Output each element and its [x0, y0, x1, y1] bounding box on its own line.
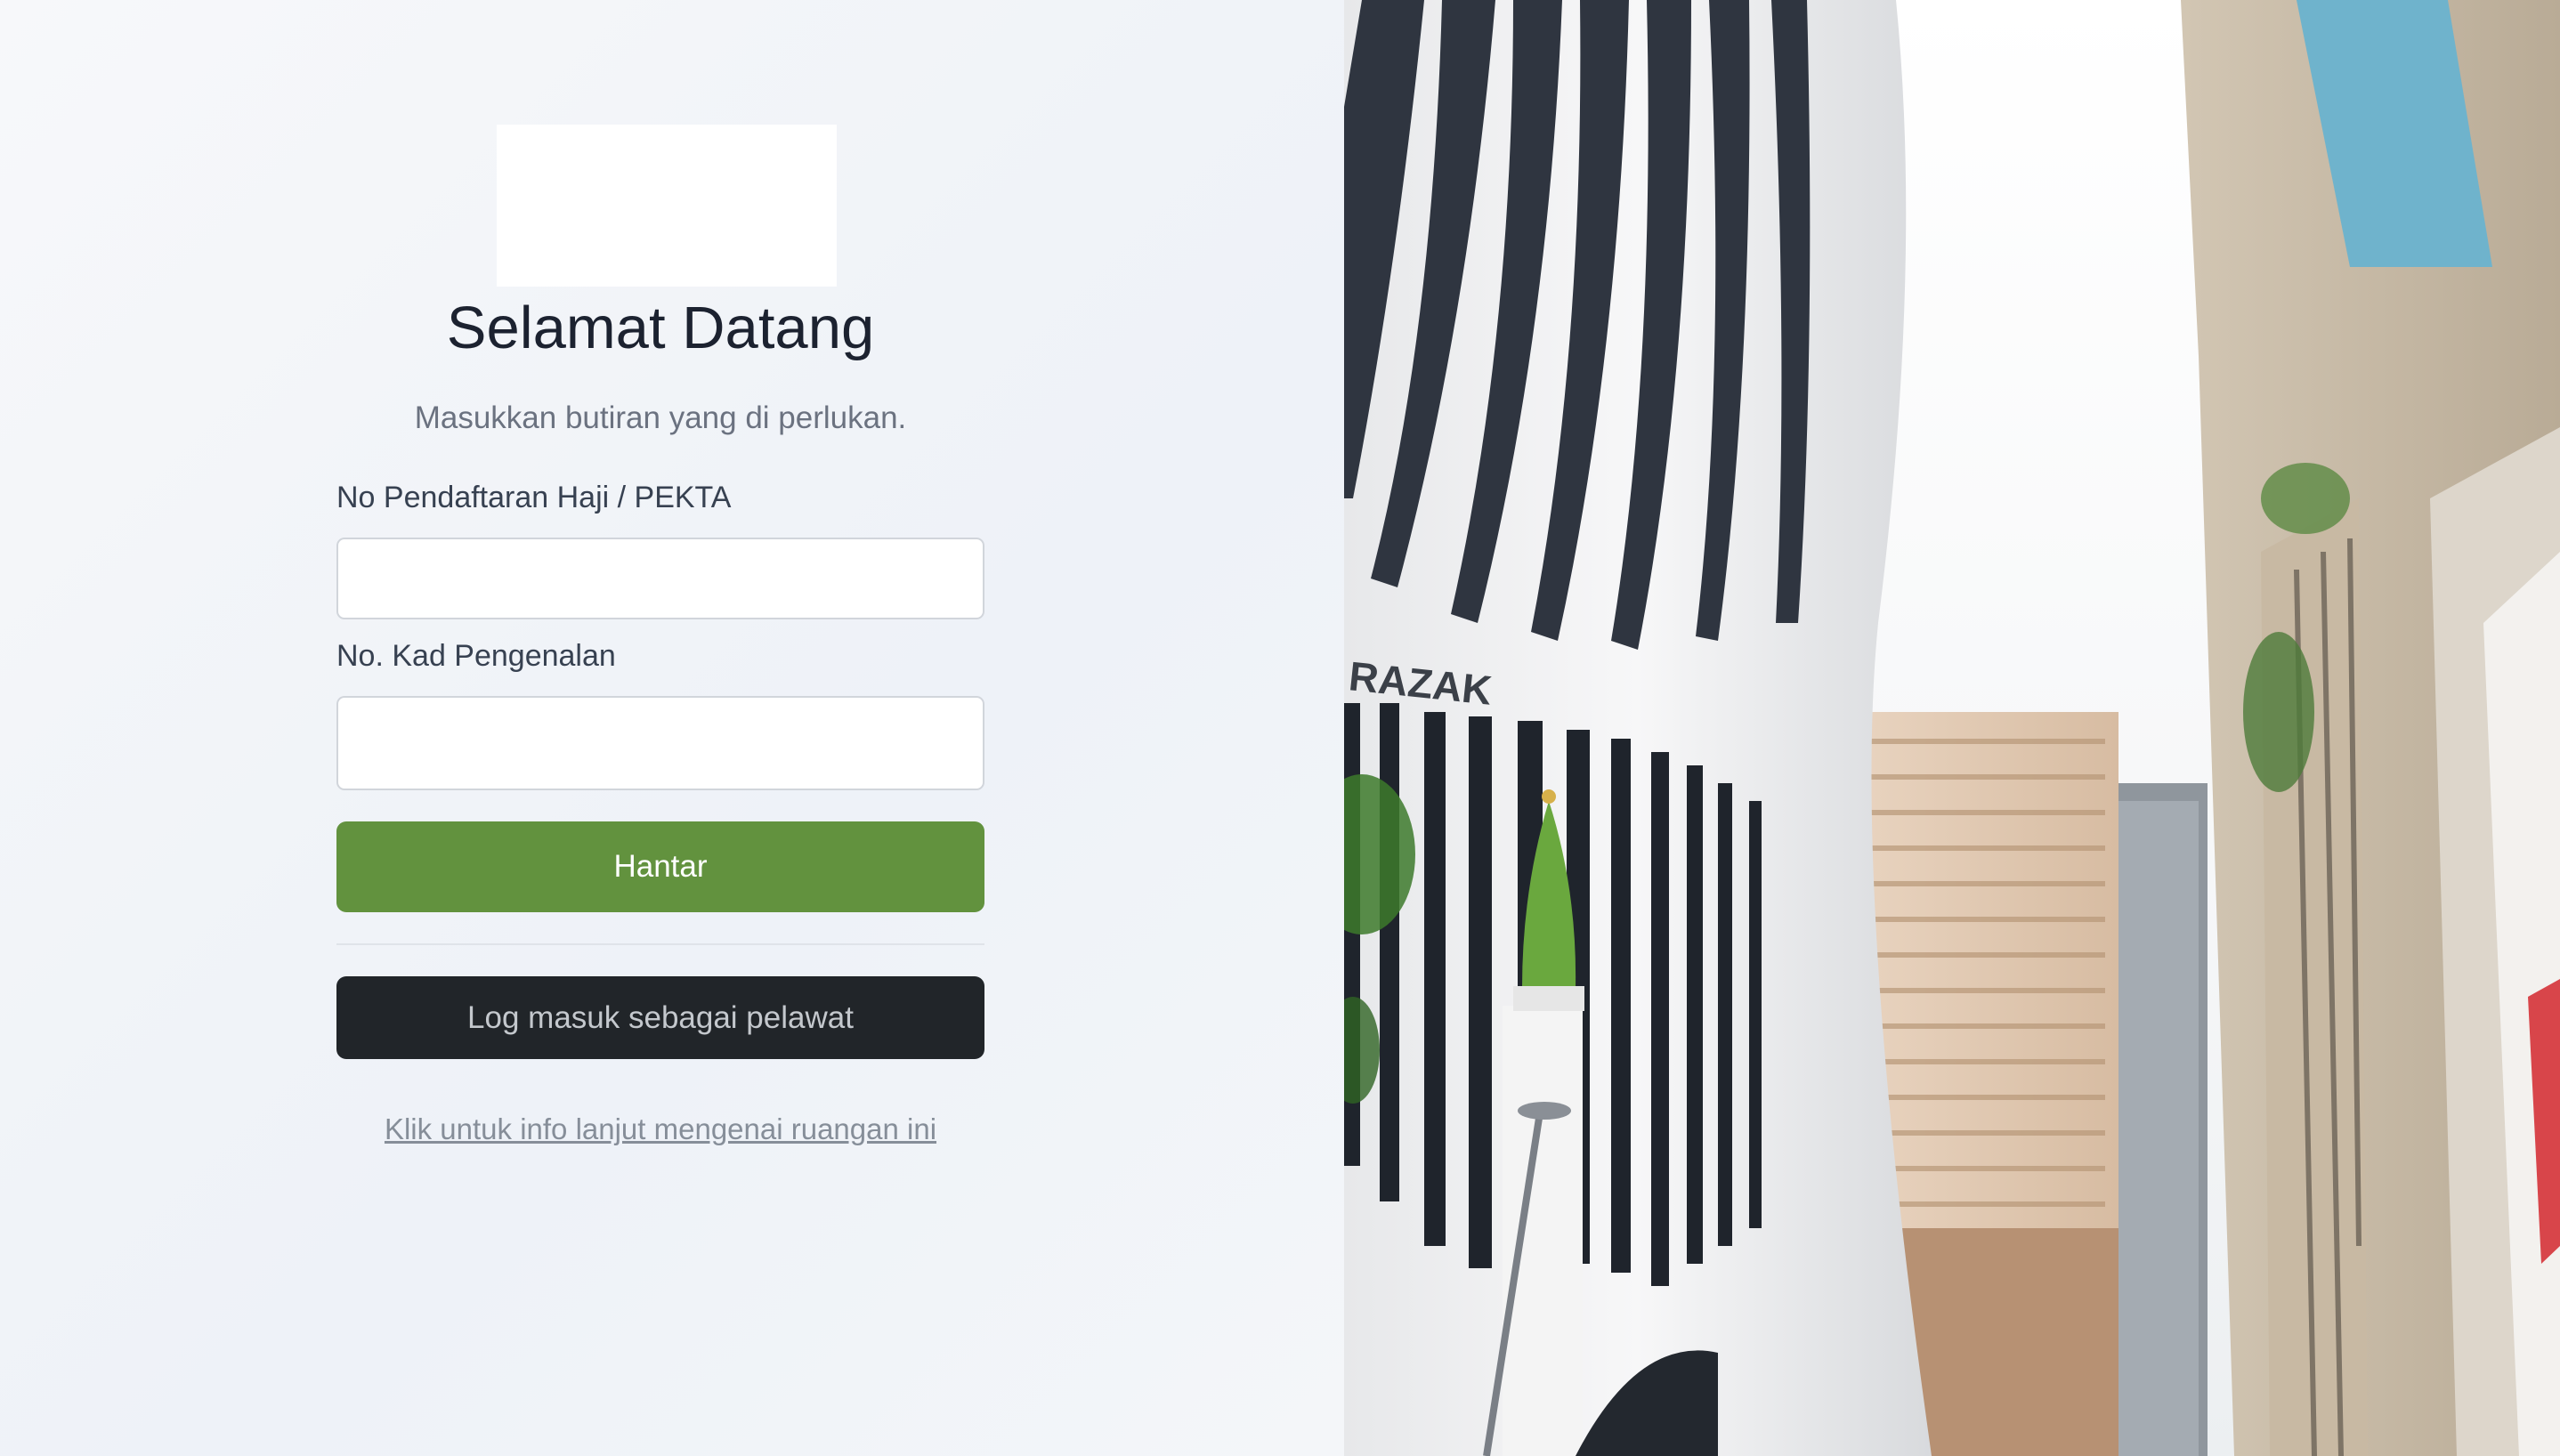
login-page: Selamat Datang Masukkan butiran yang di … — [0, 0, 2560, 1456]
registration-number-label: No Pendaftaran Haji / PEKTA — [336, 481, 732, 514]
login-panel: Selamat Datang Masukkan butiran yang di … — [0, 0, 1344, 1456]
guest-login-button[interactable]: Log masuk sebagai pelawat — [336, 976, 984, 1059]
divider — [336, 943, 984, 945]
ic-number-label: No. Kad Pengenalan — [336, 639, 616, 673]
page-title: Selamat Datang — [446, 295, 875, 361]
minaret — [1503, 1006, 1583, 1456]
registration-number-input[interactable] — [336, 538, 984, 619]
more-info-link[interactable]: Klik untuk info lanjut mengenai ruangan … — [0, 1112, 1321, 1146]
page-subtitle: Masukkan butiran yang di perlukan. — [414, 400, 907, 435]
ic-number-input[interactable] — [336, 696, 984, 790]
submit-button[interactable]: Hantar — [336, 821, 984, 912]
logo — [497, 125, 837, 287]
building-photo-illustration: RAZAK — [1344, 0, 2560, 1456]
building-photo: RAZAK — [1344, 0, 2560, 1456]
